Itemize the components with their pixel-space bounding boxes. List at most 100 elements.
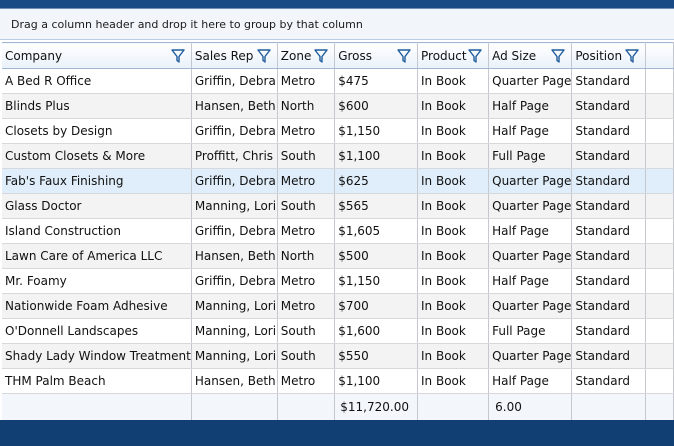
cell-position[interactable]: Standard (571, 268, 647, 294)
table-row[interactable]: Shady Lady Window Treatment Manning, Lori… (2, 343, 674, 369)
filter-icon[interactable] (171, 48, 185, 64)
cell-product[interactable]: In Book (417, 243, 490, 269)
cell-gross[interactable]: $565 (334, 193, 418, 219)
cell-gross[interactable]: $1,600 (334, 318, 418, 344)
column-header-product[interactable]: Product (417, 42, 490, 69)
cell-zone[interactable]: Metro (277, 268, 336, 294)
table-row[interactable]: Closets by Design Griffin, Debra Metro $1,1… (2, 118, 674, 144)
cell-product[interactable]: In Book (417, 318, 490, 344)
cell-ad-size[interactable]: Quarter Page (488, 168, 573, 194)
column-header-sales-rep[interactable]: Sales Rep (191, 42, 278, 69)
cell-zone[interactable]: South (277, 318, 336, 344)
table-row[interactable]: Fab's Faux Finishing Griffin, Debra Metro $… (2, 168, 674, 194)
cell-gross[interactable]: $1,100 (334, 368, 418, 394)
cell-gross[interactable]: $625 (334, 168, 418, 194)
cell-sales-rep[interactable]: Griffin, Debra (191, 68, 278, 94)
cell-sales-rep[interactable]: Hansen, Beth (191, 93, 278, 119)
cell-product[interactable]: In Book (417, 118, 490, 144)
cell-zone[interactable]: South (277, 343, 336, 369)
cell-product[interactable]: In Book (417, 68, 490, 94)
cell-ad-size[interactable]: Quarter Page (488, 68, 573, 94)
cell-zone[interactable]: South (277, 143, 336, 169)
column-header-zone[interactable]: Zone (277, 42, 336, 69)
cell-ad-size[interactable]: Quarter Page (488, 193, 573, 219)
cell-zone[interactable]: Metro (277, 218, 336, 244)
filter-icon[interactable] (397, 48, 411, 64)
cell-ad-size[interactable]: Quarter Page (488, 343, 573, 369)
table-row[interactable]: Custom Closets & More Proffitt, Chris Sout… (2, 143, 674, 169)
column-header-ad-size[interactable]: Ad Size (488, 42, 573, 69)
table-row[interactable]: THM Palm Beach Hansen, Beth Metro $1,100 In … (2, 368, 674, 394)
cell-sales-rep[interactable]: Manning, Lori (191, 193, 278, 219)
cell-position[interactable]: Standard (571, 368, 647, 394)
cell-ad-size[interactable]: Full Page (488, 143, 573, 169)
table-row[interactable]: Glass Doctor Manning, Lori South $565 In Boo… (2, 193, 674, 219)
cell-position[interactable]: Standard (571, 93, 647, 119)
cell-zone[interactable]: Metro (277, 293, 336, 319)
cell-company[interactable]: O'Donnell Landscapes (2, 318, 192, 344)
cell-sales-rep[interactable]: Griffin, Debra (191, 118, 278, 144)
cell-product[interactable]: In Book (417, 93, 490, 119)
cell-position[interactable]: Standard (571, 218, 647, 244)
cell-gross[interactable]: $1,150 (334, 268, 418, 294)
cell-gross[interactable]: $700 (334, 293, 418, 319)
cell-position[interactable]: Standard (571, 243, 647, 269)
cell-ad-size[interactable]: Half Page (488, 218, 573, 244)
cell-product[interactable]: In Book (417, 268, 490, 294)
cell-gross[interactable]: $550 (334, 343, 418, 369)
cell-product[interactable]: In Book (417, 343, 490, 369)
cell-company[interactable]: Lawn Care of America LLC (2, 243, 192, 269)
cell-sales-rep[interactable]: Manning, Lori (191, 293, 278, 319)
cell-position[interactable]: Standard (571, 318, 647, 344)
cell-company[interactable]: A Bed R Office (2, 68, 192, 94)
cell-gross[interactable]: $500 (334, 243, 418, 269)
cell-sales-rep[interactable]: Proffitt, Chris (191, 143, 278, 169)
cell-zone[interactable]: Metro (277, 68, 336, 94)
filter-icon[interactable] (551, 48, 566, 64)
cell-company[interactable]: Mr. Foamy (2, 268, 192, 294)
cell-gross[interactable]: $1,100 (334, 143, 418, 169)
cell-position[interactable]: Standard (571, 193, 647, 219)
cell-sales-rep[interactable]: Hansen, Beth (191, 368, 278, 394)
column-header-position[interactable]: Position (571, 42, 647, 69)
cell-zone[interactable]: Metro (277, 168, 336, 194)
cell-company[interactable]: Closets by Design (2, 118, 192, 144)
cell-position[interactable]: Standard (571, 143, 647, 169)
filter-icon[interactable] (625, 48, 639, 64)
cell-gross[interactable]: $1,150 (334, 118, 418, 144)
filter-icon[interactable] (257, 48, 271, 64)
cell-sales-rep[interactable]: Hansen, Beth (191, 243, 278, 269)
cell-position[interactable]: Standard (571, 293, 647, 319)
cell-product[interactable]: In Book (417, 293, 490, 319)
table-row[interactable]: Nationwide Foam Adhesive Manning, Lori Met… (2, 293, 674, 319)
cell-company[interactable]: Blinds Plus (2, 93, 192, 119)
cell-ad-size[interactable]: Quarter Page (488, 293, 573, 319)
cell-company[interactable]: THM Palm Beach (2, 368, 192, 394)
cell-zone[interactable]: Metro (277, 368, 336, 394)
cell-zone[interactable]: South (277, 193, 336, 219)
cell-ad-size[interactable]: Half Page (488, 268, 573, 294)
cell-zone[interactable]: Metro (277, 118, 336, 144)
cell-sales-rep[interactable]: Griffin, Debra (191, 168, 278, 194)
cell-gross[interactable]: $600 (334, 93, 418, 119)
cell-product[interactable]: In Book (417, 193, 490, 219)
cell-ad-size[interactable]: Quarter Page (488, 243, 573, 269)
cell-position[interactable]: Standard (571, 68, 647, 94)
cell-zone[interactable]: North (277, 93, 336, 119)
filter-icon[interactable] (314, 48, 328, 64)
cell-gross[interactable]: $1,605 (334, 218, 418, 244)
cell-product[interactable]: In Book (417, 218, 490, 244)
cell-company[interactable]: Island Construction (2, 218, 192, 244)
cell-company[interactable]: Fab's Faux Finishing (2, 168, 192, 194)
cell-ad-size[interactable]: Full Page (488, 318, 573, 344)
cell-product[interactable]: In Book (417, 368, 490, 394)
cell-sales-rep[interactable]: Manning, Lori (191, 343, 278, 369)
cell-sales-rep[interactable]: Manning, Lori (191, 318, 278, 344)
column-header-gross[interactable]: Gross (334, 42, 418, 69)
cell-product[interactable]: In Book (417, 143, 490, 169)
cell-ad-size[interactable]: Half Page (488, 368, 573, 394)
table-row[interactable]: Mr. Foamy Griffin, Debra Metro $1,150 In Boo… (2, 268, 674, 294)
group-by-panel[interactable]: Drag a column header and drop it here to… (0, 9, 674, 40)
cell-zone[interactable]: North (277, 243, 336, 269)
cell-ad-size[interactable]: Half Page (488, 118, 573, 144)
